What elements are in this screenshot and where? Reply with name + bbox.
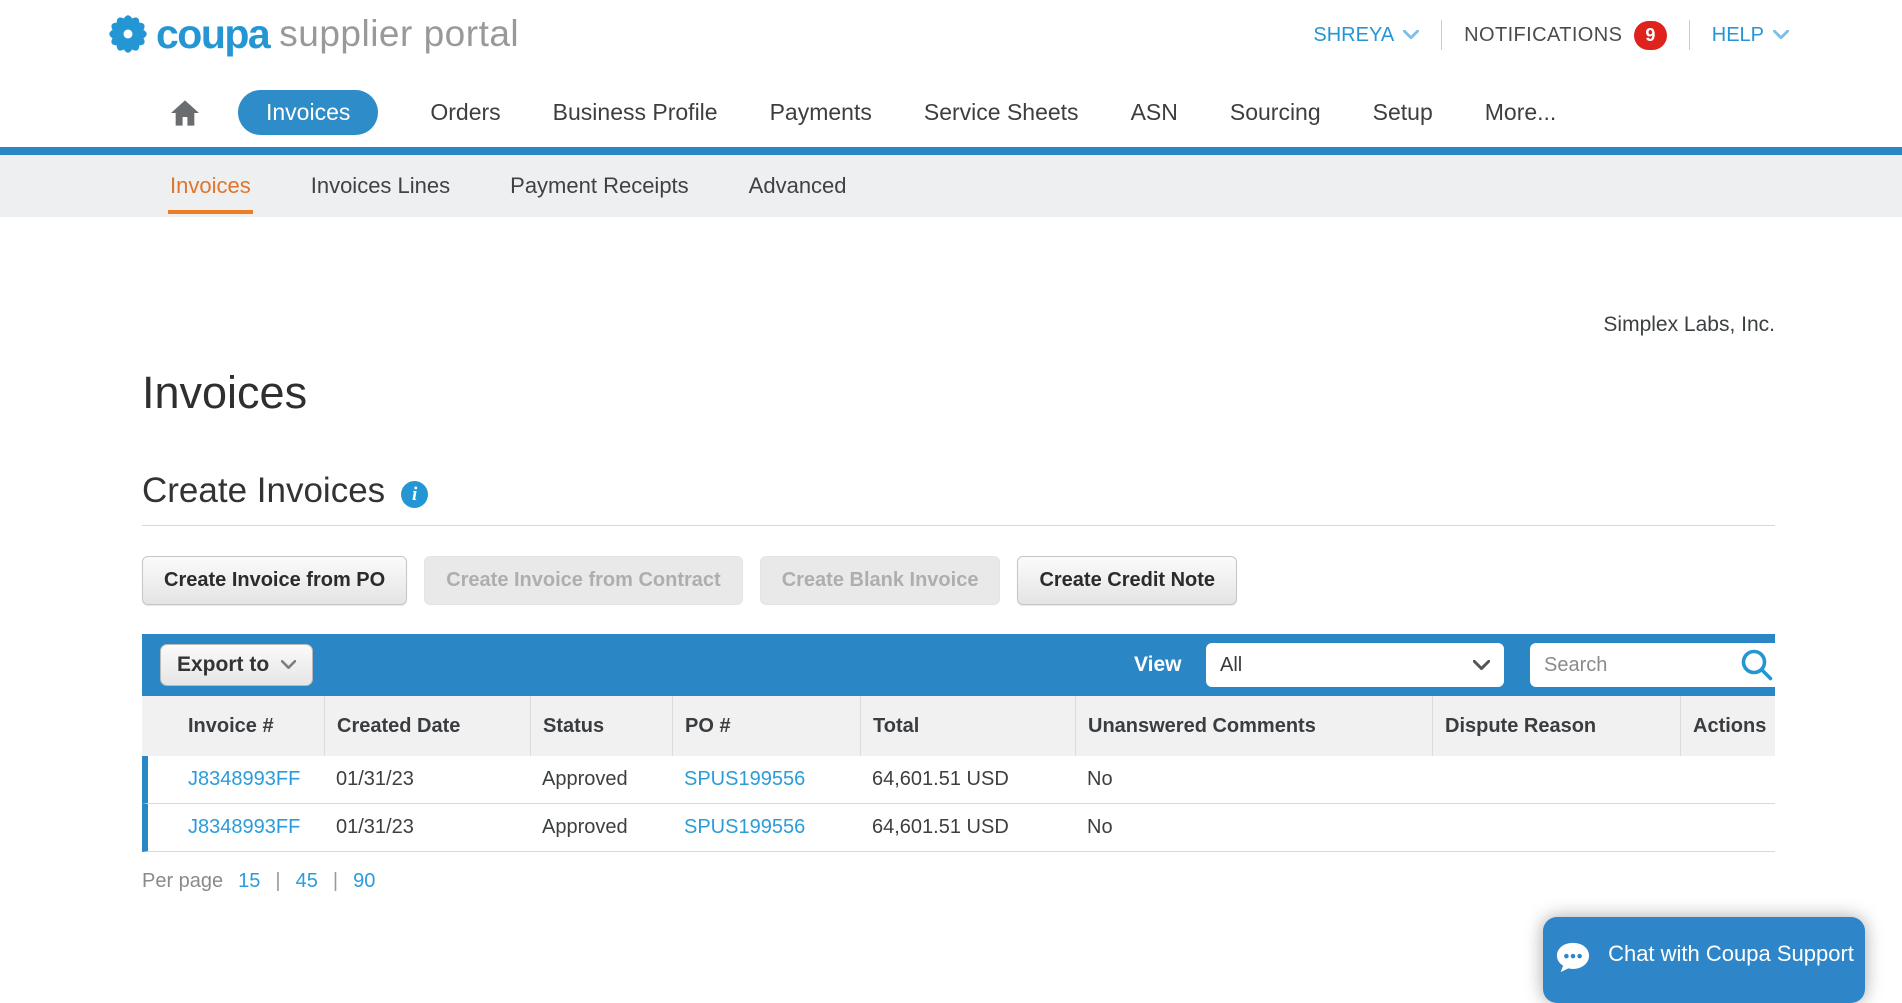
notifications-label: NOTIFICATIONS — [1464, 24, 1622, 47]
subnav-item-invoices-lines[interactable]: Invoices Lines — [309, 158, 452, 214]
invoice-number-link[interactable]: J8348993FF — [188, 768, 300, 790]
column-header-po: PO # — [672, 696, 860, 756]
column-header-created-date: Created Date — [324, 696, 530, 756]
brand-suffix: supplier portal — [279, 13, 519, 55]
created-date-cell: 01/31/23 — [324, 768, 530, 791]
account-bar: SHREYA NOTIFICATIONS 9 HELP — [1313, 20, 1789, 50]
section-divider — [142, 525, 1775, 526]
unanswered-comments-cell: No — [1075, 816, 1432, 839]
sub-nav: Invoices Invoices Lines Payment Receipts… — [0, 155, 1902, 217]
total-cell: 64,601.51 USD — [860, 768, 1075, 791]
table-row: J8348993FF 01/31/23 Approved SPUS199556 … — [142, 756, 1775, 804]
chat-support-button[interactable]: Chat with Coupa Support — [1543, 917, 1865, 1003]
chevron-down-icon — [1403, 30, 1419, 40]
chevron-down-icon — [281, 660, 296, 670]
notifications-badge: 9 — [1634, 21, 1666, 50]
per-page-label: Per page — [142, 870, 223, 893]
chevron-down-icon — [1773, 30, 1789, 40]
chat-bubble-icon — [1554, 941, 1592, 975]
main-nav: Invoices Orders Business Profile Payment… — [168, 90, 1556, 135]
info-icon[interactable]: i — [401, 481, 428, 508]
view-select-value: All — [1220, 654, 1242, 677]
create-blank-invoice-button: Create Blank Invoice — [760, 556, 1001, 605]
separator: | — [333, 870, 338, 893]
coupa-logo[interactable]: coupa supplier portal — [104, 10, 519, 58]
nav-item-payments[interactable]: Payments — [770, 99, 872, 126]
divider — [1441, 20, 1442, 50]
po-number-link[interactable]: SPUS199556 — [684, 768, 805, 790]
created-date-cell: 01/31/23 — [324, 816, 530, 839]
divider — [1689, 20, 1690, 50]
export-to-label: Export to — [177, 653, 269, 677]
nav-item-invoices[interactable]: Invoices — [238, 90, 378, 135]
home-button[interactable] — [168, 97, 202, 129]
content-area: Simplex Labs, Inc. Invoices Create Invoi… — [142, 217, 1775, 893]
column-header-dispute-reason: Dispute Reason — [1432, 696, 1680, 756]
section-title: Create Invoices — [142, 471, 385, 511]
per-page-45-link[interactable]: 45 — [296, 870, 318, 893]
invoice-action-buttons: Create Invoice from PO Create Invoice fr… — [142, 556, 1775, 605]
view-label: View — [1134, 634, 1181, 696]
column-header-total: Total — [860, 696, 1075, 756]
nav-item-business-profile[interactable]: Business Profile — [553, 99, 718, 126]
company-name: Simplex Labs, Inc. — [142, 313, 1775, 337]
brand-name: coupa — [156, 11, 269, 58]
nav-item-service-sheets[interactable]: Service Sheets — [924, 99, 1079, 126]
status-cell: Approved — [530, 768, 672, 791]
column-header-status: Status — [530, 696, 672, 756]
chevron-down-icon — [1473, 660, 1490, 671]
status-cell: Approved — [530, 816, 672, 839]
nav-item-more[interactable]: More... — [1485, 99, 1557, 126]
per-page-15-link[interactable]: 15 — [238, 870, 260, 893]
user-menu-label: SHREYA — [1313, 24, 1394, 47]
invoice-number-link[interactable]: J8348993FF — [188, 816, 300, 838]
subnav-item-invoices[interactable]: Invoices — [168, 158, 253, 214]
separator: | — [275, 870, 280, 893]
home-icon — [168, 97, 202, 129]
user-menu[interactable]: SHREYA — [1313, 24, 1419, 47]
total-cell: 64,601.51 USD — [860, 816, 1075, 839]
pagination: Per page 15 | 45 | 90 — [142, 870, 1775, 893]
search-icon[interactable] — [1739, 647, 1775, 688]
invoice-table-region: Export to View All Invoice # Created Dat… — [142, 634, 1775, 852]
column-header-actions: Actions — [1680, 696, 1775, 756]
section-header: Create Invoices i — [142, 471, 1775, 511]
table-toolbar: Export to View All — [142, 634, 1775, 696]
table-row: J8348993FF 01/31/23 Approved SPUS199556 … — [142, 804, 1775, 852]
chat-support-label: Chat with Coupa Support — [1608, 941, 1854, 967]
po-number-link[interactable]: SPUS199556 — [684, 816, 805, 838]
column-header-invoice: Invoice # — [142, 696, 324, 756]
subnav-item-payment-receipts[interactable]: Payment Receipts — [508, 158, 691, 214]
top-header: coupa supplier portal SHREYA NOTIFICATIO… — [0, 0, 1902, 147]
view-select[interactable]: All — [1206, 643, 1504, 687]
coupa-flower-icon — [104, 10, 152, 58]
nav-item-setup[interactable]: Setup — [1373, 99, 1433, 126]
help-menu[interactable]: HELP — [1712, 24, 1789, 47]
nav-item-asn[interactable]: ASN — [1131, 99, 1178, 126]
notifications-button[interactable]: NOTIFICATIONS 9 — [1464, 21, 1667, 50]
nav-item-orders[interactable]: Orders — [430, 99, 500, 126]
export-to-button[interactable]: Export to — [160, 644, 313, 686]
column-header-unanswered-comments: Unanswered Comments — [1075, 696, 1432, 756]
invoice-table: Invoice # Created Date Status PO # Total… — [142, 696, 1775, 852]
nav-item-sourcing[interactable]: Sourcing — [1230, 99, 1321, 126]
create-invoice-from-contract-button: Create Invoice from Contract — [424, 556, 743, 605]
unanswered-comments-cell: No — [1075, 768, 1432, 791]
per-page-90-link[interactable]: 90 — [353, 870, 375, 893]
subnav-item-advanced[interactable]: Advanced — [747, 158, 849, 214]
create-invoice-from-po-button[interactable]: Create Invoice from PO — [142, 556, 407, 605]
table-header-row: Invoice # Created Date Status PO # Total… — [142, 696, 1775, 756]
page-title: Invoices — [142, 367, 1775, 419]
help-label: HELP — [1712, 24, 1764, 47]
create-credit-note-button[interactable]: Create Credit Note — [1017, 556, 1237, 605]
accent-divider — [0, 147, 1902, 155]
